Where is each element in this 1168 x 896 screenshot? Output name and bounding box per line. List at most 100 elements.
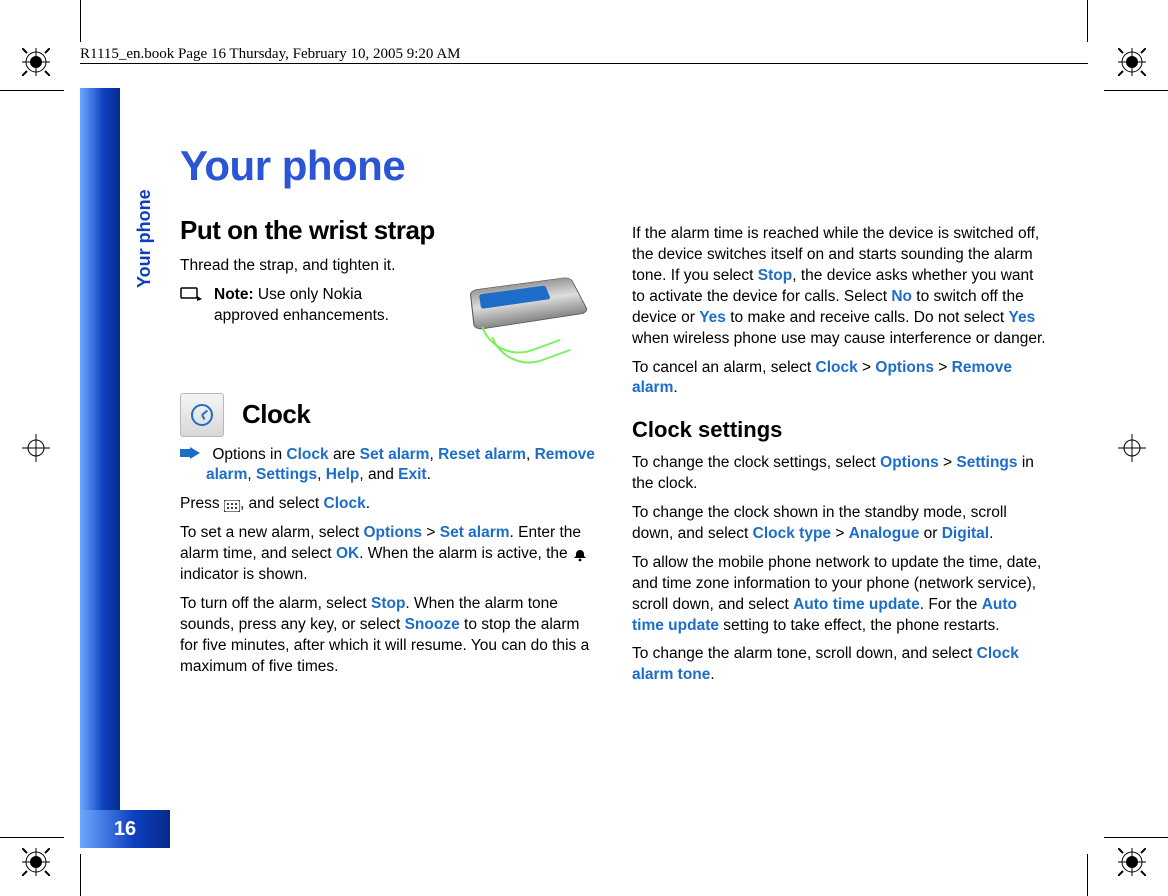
t: to make and receive calls. Do not select <box>726 309 1009 326</box>
t: > <box>934 359 952 376</box>
t: Options in <box>212 446 286 463</box>
kw-set-alarm: Set alarm <box>360 446 430 463</box>
t: > <box>858 359 876 376</box>
crosshair-icon <box>1118 434 1146 462</box>
note-block: Note: Use only Nokia approved enhancemen… <box>180 285 413 327</box>
crop-mark <box>1104 90 1168 91</box>
clock-app-icon <box>180 393 224 437</box>
kw-clock: Clock <box>816 359 858 376</box>
kw-clock-type: Clock type <box>753 525 831 542</box>
kw-stop: Stop <box>371 595 405 612</box>
t: . When the alarm is active, the <box>359 545 572 562</box>
note-label: Note: <box>214 286 254 303</box>
page-frame: R1115_en.book Page 16 Thursday, February… <box>80 88 1088 848</box>
t: To cancel an alarm, select <box>632 359 816 376</box>
column-right: If the alarm time is reached while the d… <box>632 138 1048 798</box>
t: . <box>710 666 714 683</box>
registration-mark-icon <box>1118 848 1146 876</box>
kw-clock: Clock <box>286 446 328 463</box>
chapter-title: Your phone <box>180 138 596 195</box>
t: , <box>429 446 438 463</box>
clock-settings-paragraph: To change the clock settings, select Opt… <box>632 453 1048 495</box>
device-illustration <box>446 244 596 364</box>
set-alarm-paragraph: To set a new alarm, select Options > Set… <box>180 523 596 586</box>
t: . <box>673 379 677 396</box>
heading-clock: Clock <box>242 397 310 432</box>
alarm-tone-paragraph: To change the alarm tone, scroll down, a… <box>632 644 1048 686</box>
t: when wireless phone use may cause interf… <box>632 330 1046 347</box>
alarm-while-off-paragraph: If the alarm time is reached while the d… <box>632 224 1048 350</box>
kw-clock: Clock <box>324 495 366 512</box>
kw-options: Options <box>875 359 934 376</box>
kw-snooze: Snooze <box>405 616 460 633</box>
t: are <box>329 446 360 463</box>
t: . <box>989 525 993 542</box>
content-columns: Your phone Put on the wrist strap Thread… <box>180 138 1048 798</box>
t: To change the alarm tone, scroll down, a… <box>632 645 977 662</box>
kw-yes: Yes <box>699 309 726 326</box>
registration-mark-icon <box>22 848 50 876</box>
t: To turn off the alarm, select <box>180 595 371 612</box>
kw-yes: Yes <box>1009 309 1036 326</box>
clock-type-paragraph: To change the clock shown in the standby… <box>632 503 1048 545</box>
crop-mark <box>1087 0 1088 42</box>
crop-mark <box>0 837 64 838</box>
t: To set a new alarm, select <box>180 524 364 541</box>
kw-stop: Stop <box>758 267 792 284</box>
page-number: 16 <box>80 810 170 848</box>
side-section-label: Your phone <box>134 189 155 288</box>
kw-set-alarm: Set alarm <box>440 524 510 541</box>
note-icon <box>180 285 202 308</box>
press-paragraph: Press , and select Clock. <box>180 494 596 515</box>
t: or <box>919 525 941 542</box>
cancel-alarm-paragraph: To cancel an alarm, select Clock > Optio… <box>632 358 1048 400</box>
heading-wrist-strap: Put on the wrist strap <box>180 213 596 248</box>
sidebar-gradient <box>80 88 120 848</box>
turnoff-paragraph: To turn off the alarm, select Stop. When… <box>180 594 596 678</box>
menu-key-icon <box>224 498 240 510</box>
t: . <box>427 466 431 483</box>
t: > <box>939 454 957 471</box>
heading-clock-settings: Clock settings <box>632 415 1048 445</box>
t: , <box>317 466 326 483</box>
kw-settings: Settings <box>956 454 1017 471</box>
t: Press <box>180 495 224 512</box>
t: > <box>831 525 849 542</box>
kw-options: Options <box>364 524 423 541</box>
kw-exit: Exit <box>398 466 426 483</box>
crosshair-icon <box>22 434 50 462</box>
registration-mark-icon <box>1118 48 1146 76</box>
t: , <box>247 466 256 483</box>
t: , and select <box>240 495 324 512</box>
running-header: R1115_en.book Page 16 Thursday, February… <box>80 46 461 63</box>
kw-reset-alarm: Reset alarm <box>438 446 526 463</box>
kw-ok: OK <box>336 545 359 562</box>
t: > <box>422 524 440 541</box>
crop-mark <box>80 0 81 42</box>
t: , and <box>359 466 398 483</box>
t: , <box>526 446 535 463</box>
t: To change the clock settings, select <box>632 454 880 471</box>
kw-no: No <box>891 288 912 305</box>
t: . <box>366 495 370 512</box>
crop-mark <box>80 854 81 896</box>
crop-mark <box>1104 837 1168 838</box>
clock-options-paragraph: Options in Clock are Set alarm, Reset al… <box>180 445 596 487</box>
column-left: Your phone Put on the wrist strap Thread… <box>180 138 596 798</box>
t: indicator is shown. <box>180 566 308 583</box>
clock-heading-row: Clock <box>180 393 596 437</box>
kw-help: Help <box>326 466 360 483</box>
registration-mark-icon <box>22 48 50 76</box>
kw-options: Options <box>880 454 939 471</box>
kw-digital: Digital <box>942 525 989 542</box>
note-text: Note: Use only Nokia approved enhancemen… <box>214 285 413 327</box>
tip-arrow-icon <box>180 445 200 466</box>
crop-mark <box>1087 854 1088 896</box>
t: setting to take effect, the phone restar… <box>719 617 1000 634</box>
kw-analogue: Analogue <box>849 525 920 542</box>
kw-auto-time-update: Auto time update <box>793 596 920 613</box>
t: . For the <box>920 596 982 613</box>
alarm-indicator-icon <box>572 548 588 560</box>
auto-time-paragraph: To allow the mobile phone network to upd… <box>632 553 1048 637</box>
kw-settings: Settings <box>256 466 317 483</box>
